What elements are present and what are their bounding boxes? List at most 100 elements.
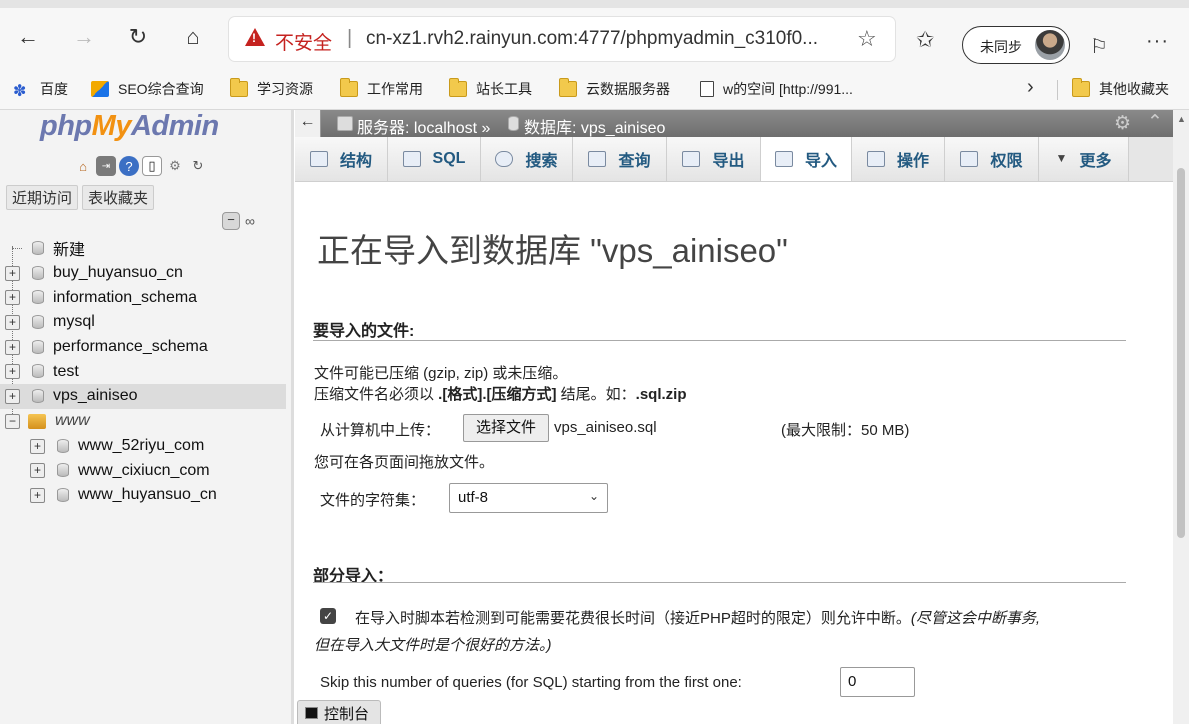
url-text[interactable]: cn-xz1.rvh2.rainyun.com:4777/phpmyadmin_… [366,28,818,50]
tree-db-information-schema[interactable]: + information_schema [0,285,294,310]
favorites-tab[interactable]: 表收藏夹 [82,185,155,210]
bookmark-folder-study[interactable]: 学习资源 [230,78,313,100]
collapse-up-icon[interactable]: ⌃ [1147,111,1163,134]
tree-label: www_cixiucn_com [78,461,210,479]
help-icon[interactable]: ? [119,156,139,176]
reload-icon[interactable]: ↻ [121,20,155,54]
tree-group-www[interactable]: − www [0,409,294,434]
database-icon [508,116,519,131]
tree-label: performance_schema [53,338,208,356]
security-status[interactable]: 不安全 [275,28,332,55]
chevron-right-icon[interactable]: › [1027,76,1034,99]
expand-icon[interactable]: + [5,315,20,331]
recent-tab[interactable]: 近期访问 [6,185,79,210]
expand-icon[interactable]: + [5,265,20,281]
new-db-icon [32,241,44,255]
charset-value: utf-8 [458,489,489,506]
tree-db-buy-huyansuo[interactable]: + buy_huyansuo_cn [0,261,294,286]
section-divider [313,582,1126,583]
scroll-up-icon[interactable]: ▲ [1177,114,1186,124]
drag-drop-note: 您可在各页面间拖放文件。 [314,454,495,471]
favorite-star-icon[interactable]: ☆ [857,26,877,52]
bookmark-label: 工作常用 [367,81,423,97]
more-menu-icon[interactable]: ··· [1146,30,1169,53]
tree-db-test[interactable]: + test [0,359,294,384]
collections-icon[interactable]: ⚐ [1090,34,1108,59]
tab-import[interactable]: 导入 [761,137,852,181]
warning-icon[interactable] [245,28,265,46]
expand-icon[interactable]: + [30,463,45,479]
back-arrow-icon[interactable]: ← [11,20,45,54]
expand-icon[interactable]: + [5,339,20,355]
home-icon[interactable]: ⌂ [176,20,210,54]
tab-label: 权限 [990,153,1023,170]
home-icon[interactable]: ⌂ [73,156,93,176]
folder-icon [230,78,248,97]
forward-arrow-icon[interactable]: → [67,20,101,54]
expand-icon[interactable]: + [30,438,45,454]
bookmark-w-space[interactable]: w的空间 [http://991... [700,78,853,100]
bookmarks-bar: ✽ 百度 SEO综合查询 学习资源 工作常用 站长工具 云数据服务器 w的空间 [… [0,68,1189,110]
expand-icon[interactable]: + [5,364,20,380]
tree-label: vps_ainiseo [53,387,138,405]
collapse-all-icon[interactable]: − [222,212,240,230]
page-title: 正在导入到数据库 "vps_ainiseo" [317,232,788,269]
tree-db-performance-schema[interactable]: + performance_schema [0,335,294,360]
bookmark-other-folder[interactable]: 其他收藏夹 [1072,78,1169,100]
reload-nav-icon[interactable]: ↻ [188,156,208,176]
tab-privileges[interactable]: 权限 [945,137,1039,181]
collapse-icon[interactable]: − [5,413,20,429]
tab-sql[interactable]: SQL [388,137,481,181]
tab-query[interactable]: 查询 [573,137,667,181]
link-icon[interactable]: ∞ [245,213,255,229]
database-icon [32,364,44,379]
allow-interrupt-checkbox[interactable]: ✓ [320,608,336,624]
bookmark-baidu[interactable]: ✽ 百度 [13,78,68,100]
choose-file-button[interactable]: 选择文件 [463,414,549,442]
breadcrumb-server[interactable]: 服务器: localhost » [357,114,490,138]
tree-db-mysql[interactable]: + mysql [0,310,294,335]
tree-db-vps-ainiseo[interactable]: + vps_ainiseo [0,384,286,409]
bookmark-folder-tools[interactable]: 站长工具 [449,78,532,100]
favorites-icon[interactable]: ✩ [916,27,934,53]
main-scrollbar[interactable]: ▲ [1173,110,1189,724]
tab-operations[interactable]: 操作 [852,137,945,181]
tree-label: www_huyansuo_cn [78,486,217,504]
tree-db-www-52riyu[interactable]: + www_52riyu_com [0,434,294,459]
bookmark-seo[interactable]: SEO综合查询 [91,78,204,100]
console-toggle[interactable]: 控制台 [297,700,381,724]
bookmark-folder-work[interactable]: 工作常用 [340,78,423,100]
bookmark-label: 其他收藏夹 [1099,81,1169,97]
tab-search[interactable]: 搜索 [481,137,573,181]
back-arrow-icon[interactable]: ← [295,110,321,137]
interrupt-text: 在导入时脚本若检测到可能需要花费很长时间（接近PHP超时的限定）则允许中断。 [355,610,911,627]
tree-db-www-huyansuo[interactable]: + www_huyansuo_cn [0,483,294,508]
tree-new-db[interactable]: 新建 [0,236,294,261]
gear-icon[interactable]: ⚙ [1114,112,1131,135]
folder-icon [559,78,577,97]
bookmark-folder-cloud[interactable]: 云数据服务器 [559,78,670,100]
file-section-heading: 要导入的文件: [313,323,415,340]
nav-resize-handle[interactable] [291,110,294,724]
interrupt-note: (尽管这会中断事务, [910,610,1041,627]
tree-db-www-cixiucn[interactable]: + www_cixiucn_com [0,458,294,483]
breadcrumb-database[interactable]: 数据库: vps_ainiseo [524,114,665,138]
address-bar[interactable]: 不安全 | cn-xz1.rvh2.rainyun.com:4777/phpmy… [229,17,895,61]
structure-icon [309,151,328,167]
phpmyadmin-logo[interactable]: phpMyAdmin [40,110,219,143]
expand-icon[interactable]: + [5,389,20,405]
tab-export[interactable]: 导出 [667,137,761,181]
expand-icon[interactable]: + [5,290,20,306]
charset-select[interactable]: utf-8 ⌄ [449,483,608,513]
expand-icon[interactable]: + [30,487,45,503]
tree-label: mysql [53,313,95,331]
tab-structure[interactable]: 结构 [295,137,388,181]
logout-icon[interactable]: ⇥ [96,156,116,176]
tab-more[interactable]: ▼ 更多 [1039,137,1129,181]
tree-label: www [55,412,90,430]
skip-queries-input[interactable]: 0 [840,667,915,697]
settings-gear-icon[interactable]: ⚙ [165,156,185,176]
scrollbar-thumb[interactable] [1177,168,1185,538]
profile-sync-button[interactable]: 未同步 [962,26,1070,64]
docs-icon[interactable]: ▯ [142,156,162,176]
